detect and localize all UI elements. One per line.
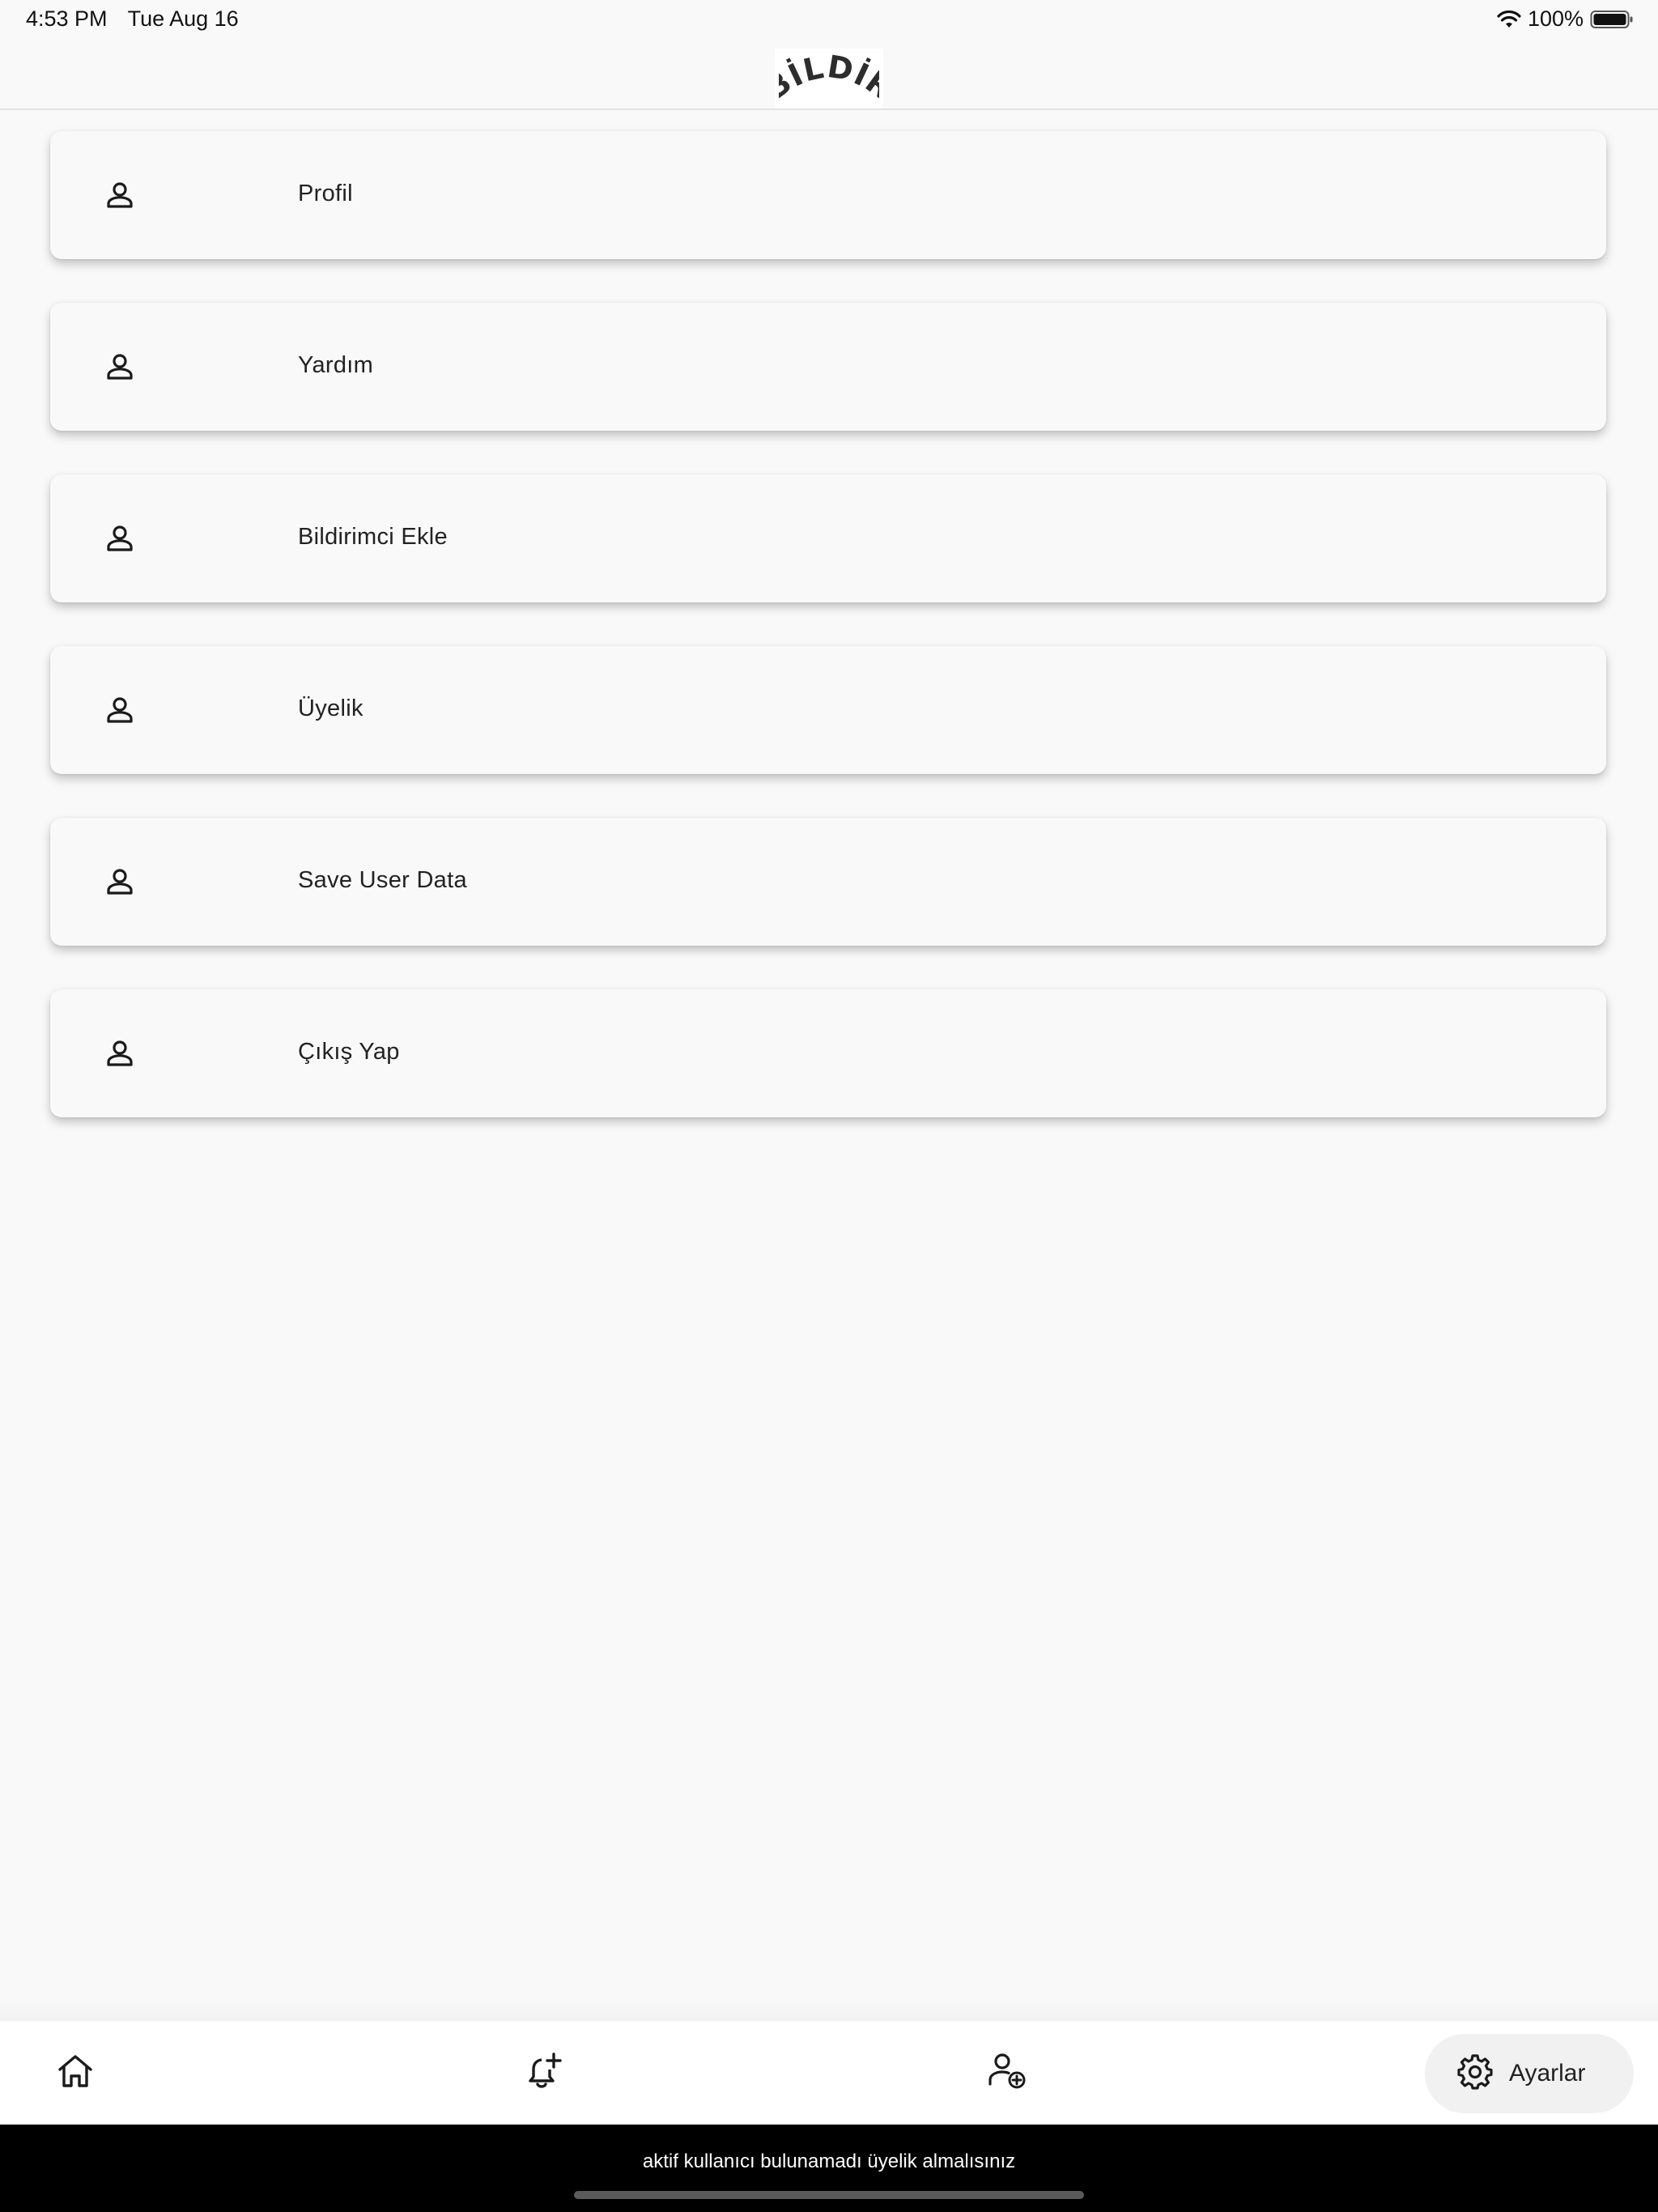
menu-item-label: Yardım <box>298 352 374 378</box>
settings-menu: Profil Yardım Bildirimci Ekle Üyelik Sav… <box>50 131 1606 1161</box>
bell-plus-icon <box>525 2052 564 2095</box>
nav-add-person-button[interactable] <box>980 2021 1036 2125</box>
app-logo: BİLDİR <box>775 49 883 108</box>
menu-item-yardim[interactable]: Yardım <box>50 303 1606 431</box>
menu-item-profil[interactable]: Profil <box>50 131 1606 259</box>
app-header: BİLDİR <box>0 40 1658 110</box>
nav-add-notification-button[interactable] <box>517 2021 573 2125</box>
person-icon <box>104 694 136 726</box>
menu-item-bildirimci-ekle[interactable]: Bildirimci Ekle <box>50 474 1606 602</box>
snackbar: aktif kullanıcı bulunamadı üyelik almalı… <box>0 2125 1658 2212</box>
menu-item-label: Save User Data <box>298 867 467 893</box>
person-icon <box>104 522 136 555</box>
menu-item-label: Çıkış Yap <box>298 1039 400 1065</box>
person-icon <box>104 351 136 383</box>
nav-settings-label: Ayarlar <box>1509 2060 1586 2087</box>
menu-item-label: Bildirimci Ekle <box>298 524 448 550</box>
menu-item-cikis-yap[interactable]: Çıkış Yap <box>50 989 1606 1117</box>
status-bar-right: 100% <box>1497 6 1634 32</box>
home-icon <box>57 2053 94 2093</box>
nav-home-button[interactable] <box>47 2021 104 2125</box>
status-time: 4:53 PM <box>26 6 108 31</box>
person-icon <box>104 866 136 898</box>
gear-icon <box>1457 2053 1493 2094</box>
menu-item-uyelik[interactable]: Üyelik <box>50 646 1606 774</box>
menu-item-save-user-data[interactable]: Save User Data <box>50 818 1606 946</box>
person-icon <box>104 179 136 211</box>
menu-item-label: Profil <box>298 181 353 206</box>
person-icon <box>104 1037 136 1070</box>
svg-text:BİLDİR: BİLDİR <box>779 53 879 104</box>
battery-percent: 100% <box>1527 6 1584 31</box>
wifi-icon <box>1497 10 1521 29</box>
bottom-navigation: Ayarlar <box>0 2021 1658 2125</box>
status-bar: 4:53 PM Tue Aug 16 100% <box>0 0 1658 40</box>
logo-wordmark: BİLDİR <box>779 53 879 104</box>
battery-icon <box>1590 10 1634 29</box>
nav-settings-button[interactable]: Ayarlar <box>1425 2034 1634 2113</box>
home-indicator[interactable] <box>574 2191 1084 2199</box>
menu-item-label: Üyelik <box>298 696 363 721</box>
bottom-nav-shadow <box>0 2000 1658 2021</box>
snackbar-message: aktif kullanıcı bulunamadı üyelik almalı… <box>642 2150 1016 2172</box>
status-bar-left: 4:53 PM Tue Aug 16 <box>26 6 253 32</box>
person-add-icon <box>988 2052 1028 2095</box>
status-date: Tue Aug 16 <box>127 6 239 31</box>
